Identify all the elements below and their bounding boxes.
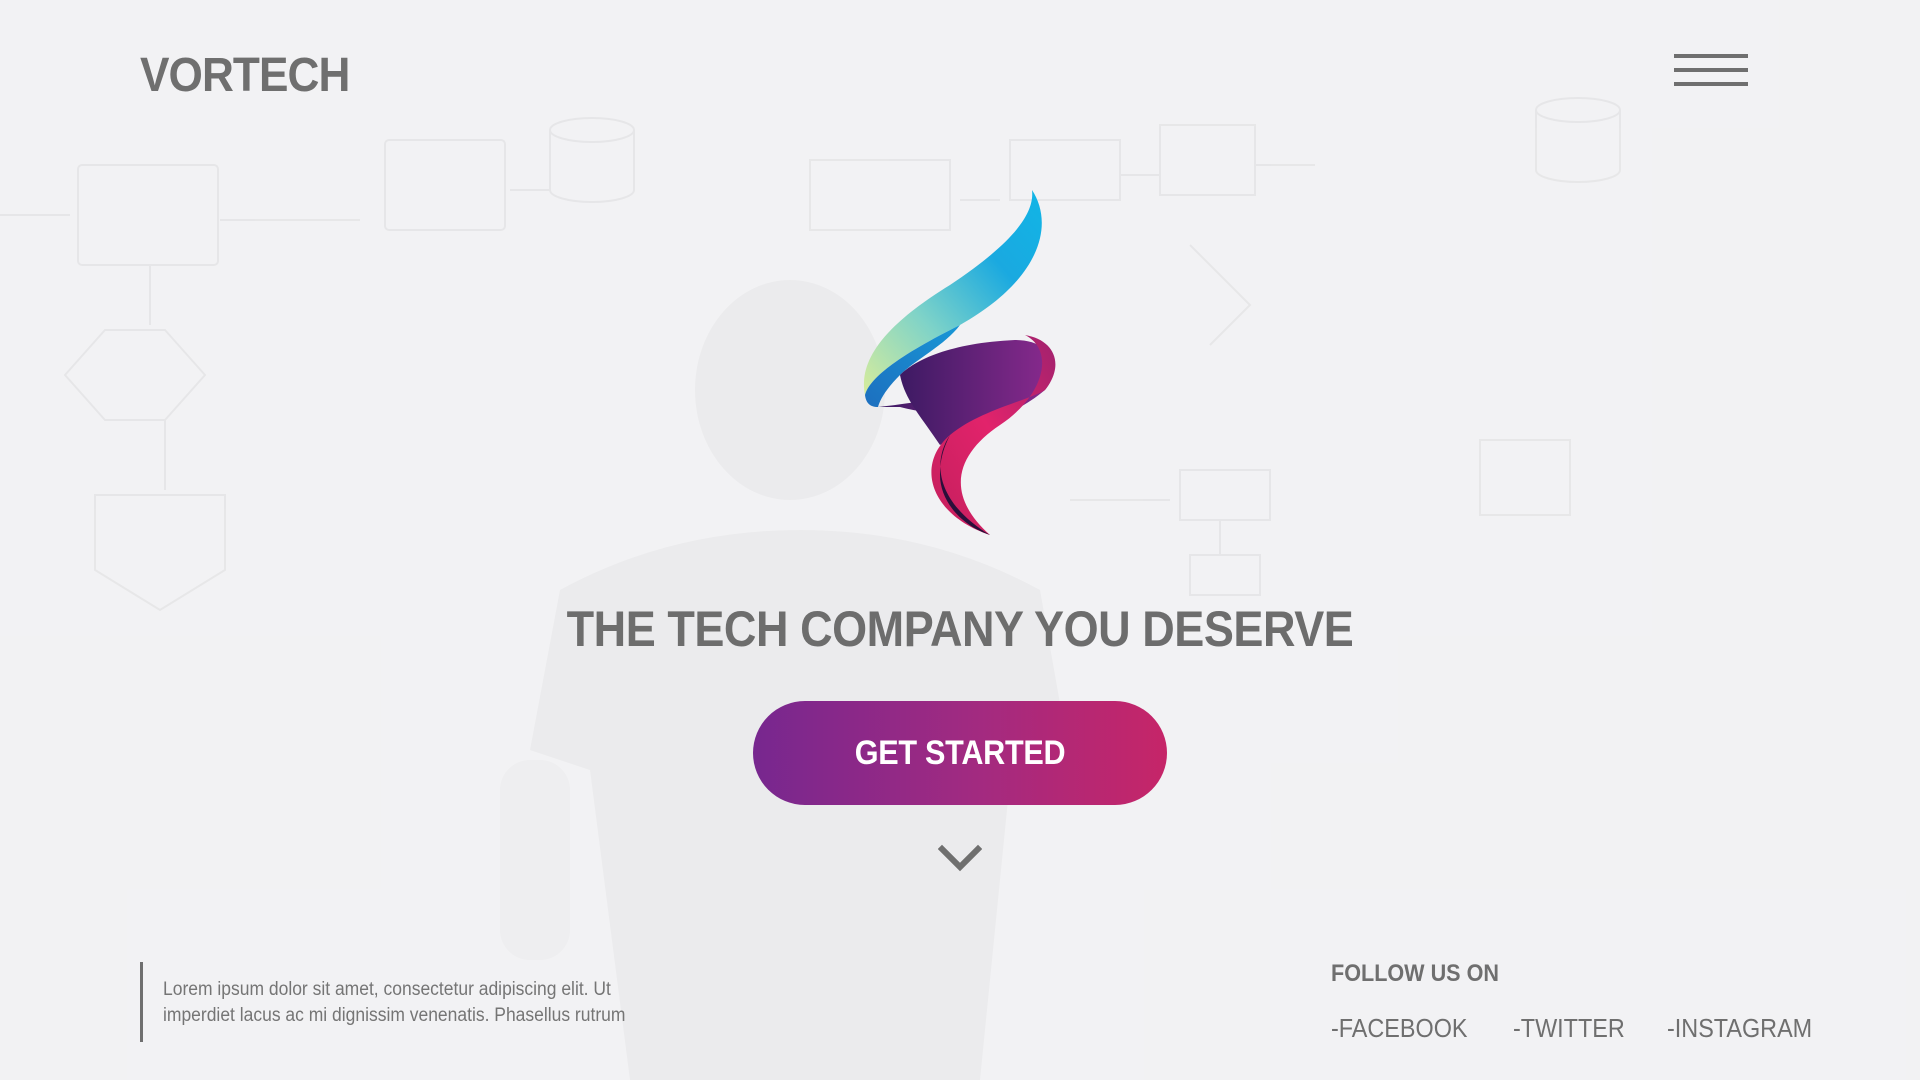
hero-background	[0, 0, 1920, 1080]
chevron-down-icon[interactable]	[938, 843, 982, 873]
get-started-button[interactable]: GET STARTED	[753, 701, 1167, 805]
about-text: Lorem ipsum dolor sit amet, consectetur …	[163, 979, 626, 1026]
social-links: -FACEBOOK -TWITTER -INSTAGRAM	[1331, 1013, 1828, 1044]
follow-us-title: FOLLOW US ON	[1331, 960, 1499, 987]
instagram-link[interactable]: -INSTAGRAM	[1667, 1013, 1812, 1044]
hamburger-menu-icon[interactable]	[1674, 52, 1750, 92]
ribbon-logo-icon	[863, 190, 1056, 535]
twitter-link[interactable]: -TWITTER	[1513, 1013, 1625, 1044]
hero-headline: THE TECH COMPANY YOU DESERVE	[566, 601, 1354, 657]
about-blurb: Lorem ipsum dolor sit amet, consectetur …	[140, 962, 700, 1042]
brand-logo[interactable]: VORTECH	[140, 48, 350, 103]
facebook-link[interactable]: -FACEBOOK	[1331, 1013, 1468, 1044]
get-started-label: GET STARTED	[854, 733, 1066, 772]
background-veil	[0, 0, 1920, 1080]
